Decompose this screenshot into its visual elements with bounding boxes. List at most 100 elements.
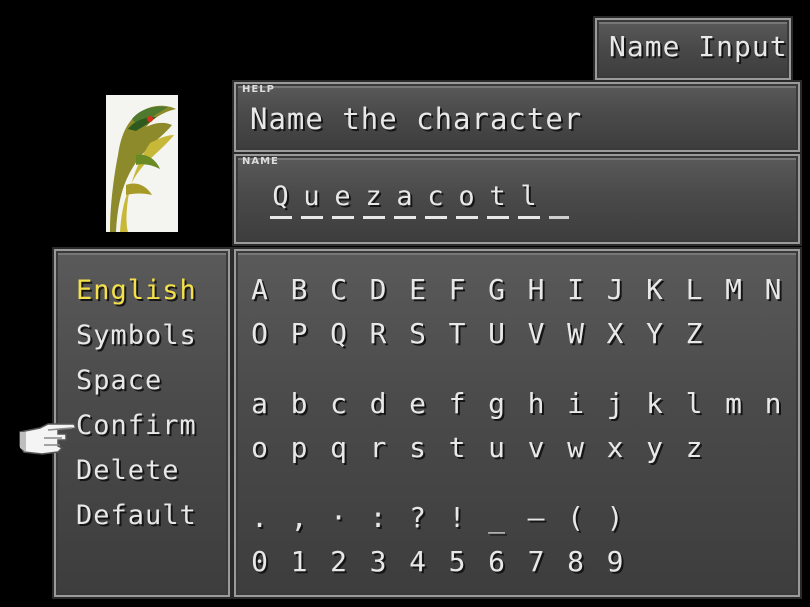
grid-char[interactable]: S <box>400 317 436 350</box>
grid-char[interactable]: L <box>677 273 713 306</box>
grid-char[interactable]: 5 <box>440 545 476 578</box>
menu-item-default[interactable]: Default <box>76 498 197 543</box>
grid-char[interactable]: · <box>321 501 357 534</box>
menu-item-delete[interactable]: Delete <box>76 453 197 498</box>
grid-char[interactable]: M <box>716 273 752 306</box>
grid-char[interactable]: T <box>440 317 476 350</box>
help-window: HELP Name the character <box>232 80 802 154</box>
grid-char[interactable]: t <box>440 431 476 464</box>
grid-char[interactable]: n <box>756 387 792 420</box>
grid-char[interactable]: A <box>242 273 278 306</box>
grid-char[interactable]: 6 <box>479 545 515 578</box>
grid-char[interactable]: K <box>637 273 673 306</box>
grid-char[interactable]: h <box>519 387 555 420</box>
grid-char[interactable]: q <box>321 431 357 464</box>
grid-char[interactable]: 9 <box>598 545 634 578</box>
grid-char[interactable]: 2 <box>321 545 357 578</box>
grid-char[interactable]: , <box>282 501 318 534</box>
grid-char[interactable]: l <box>677 387 713 420</box>
grid-char[interactable]: X <box>598 317 634 350</box>
name-char: u <box>301 182 323 219</box>
name-char: l <box>518 182 540 219</box>
grid-char[interactable]: 3 <box>361 545 397 578</box>
command-list: English Symbols Space Confirm Delete Default <box>76 273 197 543</box>
grid-char[interactable]: B <box>282 273 318 306</box>
grid-char[interactable]: j <box>598 387 634 420</box>
grid-char[interactable]: D <box>361 273 397 306</box>
menu-item-symbols[interactable]: Symbols <box>76 318 197 363</box>
grid-char[interactable]: R <box>361 317 397 350</box>
grid-char[interactable]: E <box>400 273 436 306</box>
window-title: Name Input <box>609 30 788 63</box>
grid-char[interactable]: O <box>242 317 278 350</box>
grid-char[interactable]: G <box>479 273 515 306</box>
grid-char[interactable]: a <box>242 387 278 420</box>
name-char: Q <box>270 182 292 219</box>
grid-char[interactable]: ( <box>558 501 594 534</box>
name-field[interactable]: Quezacotl <box>270 182 578 219</box>
menu-item-english[interactable]: English <box>76 273 197 318</box>
grid-char[interactable]: k <box>637 387 673 420</box>
name-tag: NAME <box>242 156 279 167</box>
grid-char[interactable]: I <box>558 273 594 306</box>
title-window: Name Input <box>593 16 793 82</box>
name-char: z <box>363 182 385 219</box>
grid-char[interactable]: r <box>361 431 397 464</box>
grid-char[interactable]: s <box>400 431 436 464</box>
grid-char[interactable]: g <box>479 387 515 420</box>
grid-char[interactable]: V <box>519 317 555 350</box>
name-char: a <box>394 182 416 219</box>
grid-char[interactable]: o <box>242 431 278 464</box>
grid-char[interactable]: 0 <box>242 545 278 578</box>
grid-char[interactable]: Y <box>637 317 673 350</box>
grid-char[interactable]: C <box>321 273 357 306</box>
grid-char[interactable]: W <box>558 317 594 350</box>
help-text: Name the character <box>250 102 583 136</box>
quezacotl-portrait-icon <box>106 95 178 232</box>
grid-char[interactable]: . <box>242 501 278 534</box>
name-cursor-slot <box>549 182 569 219</box>
pointing-hand-cursor-icon <box>19 423 78 455</box>
grid-char[interactable]: N <box>756 273 792 306</box>
grid-char[interactable]: : <box>361 501 397 534</box>
character-grid: ABCDEFGHIJKLMN OPQRSTUVWXYZabcdefghijklmn… <box>232 247 802 599</box>
grid-char[interactable]: P <box>282 317 318 350</box>
grid-char[interactable]: v <box>519 431 555 464</box>
grid-char[interactable]: – <box>519 501 555 534</box>
grid-char[interactable]: x <box>598 431 634 464</box>
menu-item-confirm[interactable]: Confirm <box>76 408 197 453</box>
grid-char[interactable]: b <box>282 387 318 420</box>
character-portrait <box>106 95 178 232</box>
grid-char[interactable]: 8 <box>558 545 594 578</box>
grid-char[interactable]: e <box>400 387 436 420</box>
grid-char[interactable]: Q <box>321 317 357 350</box>
grid-char[interactable]: 1 <box>282 545 318 578</box>
grid-char[interactable]: u <box>479 431 515 464</box>
grid-char[interactable]: 4 <box>400 545 436 578</box>
name-char: e <box>332 182 354 219</box>
grid-char[interactable]: ? <box>400 501 436 534</box>
command-menu: English Symbols Space Confirm Delete Default <box>52 247 232 599</box>
grid-char[interactable]: U <box>479 317 515 350</box>
name-char: o <box>456 182 478 219</box>
grid-char[interactable]: d <box>361 387 397 420</box>
menu-item-space[interactable]: Space <box>76 363 197 408</box>
grid-char[interactable]: _ <box>479 501 515 534</box>
grid-char[interactable]: i <box>558 387 594 420</box>
grid-char[interactable]: p <box>282 431 318 464</box>
grid-char[interactable]: z <box>677 431 713 464</box>
grid-char[interactable]: w <box>558 431 594 464</box>
grid-char[interactable]: ! <box>440 501 476 534</box>
grid-char[interactable]: ) <box>598 501 634 534</box>
name-char: c <box>425 182 447 219</box>
grid-char[interactable]: J <box>598 273 634 306</box>
grid-char[interactable]: c <box>321 387 357 420</box>
grid-char[interactable]: 7 <box>519 545 555 578</box>
grid-char[interactable]: y <box>637 431 673 464</box>
grid-char[interactable]: Z <box>677 317 713 350</box>
grid-char[interactable]: F <box>440 273 476 306</box>
name-window: NAME Quezacotl <box>232 152 802 246</box>
grid-char[interactable]: m <box>716 387 752 420</box>
grid-char[interactable]: H <box>519 273 555 306</box>
grid-char[interactable]: f <box>440 387 476 420</box>
